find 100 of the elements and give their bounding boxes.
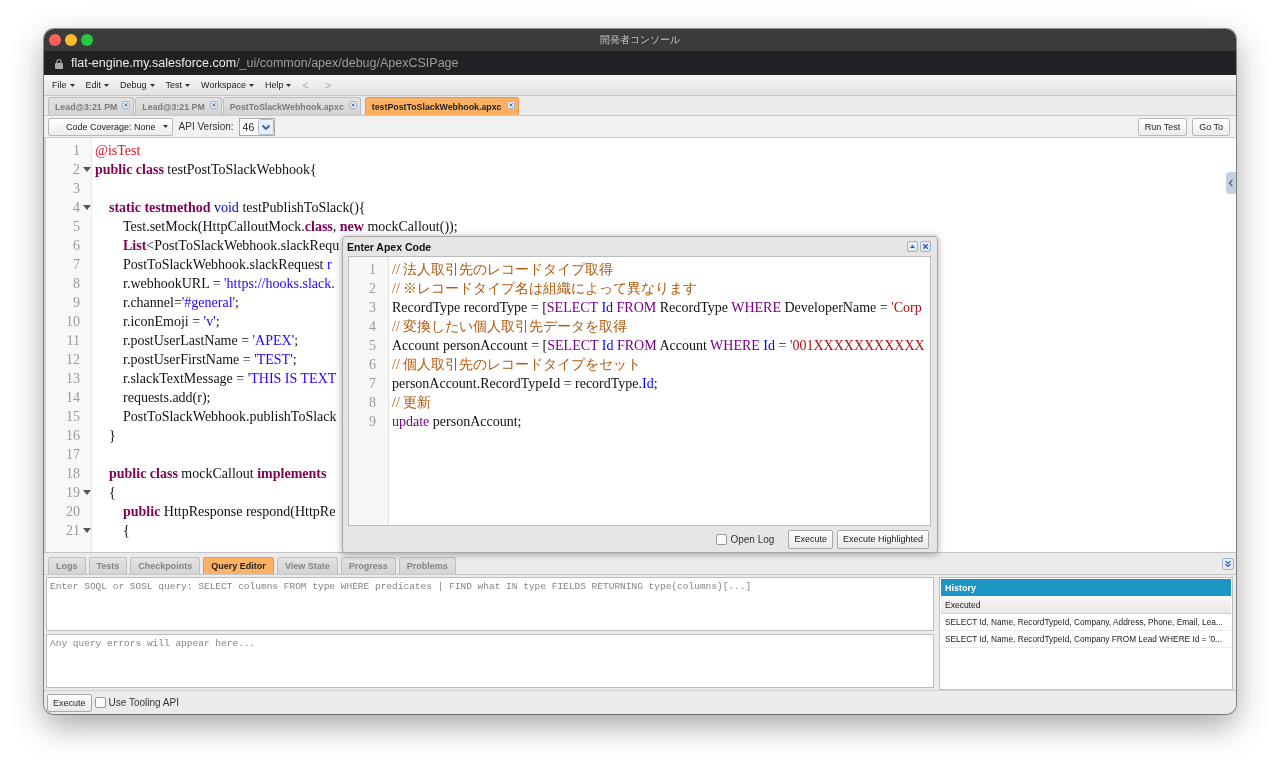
close-icon[interactable] [348, 100, 357, 109]
line-number: 7 [369, 375, 376, 393]
code-line: public class mockCallout implements [109, 466, 327, 481]
panel-tab[interactable]: Query Editor [203, 557, 274, 574]
toolbar-button[interactable]: Go To [1192, 117, 1230, 136]
code-line: // 更新 [392, 395, 432, 410]
coverage-dropdown[interactable]: Code Coverage: None [48, 117, 173, 136]
code-line: public class testPostToSlackWebhook{ [95, 162, 317, 177]
close-window-icon[interactable] [49, 34, 61, 46]
line-number: 5 [73, 218, 80, 236]
line-number: 19 [66, 484, 80, 502]
line-number: 20 [66, 503, 80, 521]
code-line: personAccount.RecordTypeId = recordType.Id; [392, 376, 658, 391]
caret-icon [69, 83, 75, 87]
lock-icon [55, 57, 63, 69]
code-line: update personAccount; [392, 414, 522, 429]
toolbar-button[interactable]: Run Test [1137, 117, 1188, 136]
query-errors-field[interactable]: Any query errors will appear here... [46, 634, 934, 688]
line-number: 5 [369, 337, 376, 355]
menu-item[interactable]: File [49, 78, 78, 92]
code-line: r.postUserLastName = 'APEX'; [123, 333, 299, 348]
code-line: // 法人取引先のレコードタイプ取得 [392, 262, 614, 277]
menu-item[interactable]: Workspace [198, 78, 257, 92]
line-number: 8 [73, 275, 80, 293]
window-title: 開発者コンソール [600, 33, 680, 47]
line-number: 13 [66, 370, 80, 388]
history-column-header[interactable]: Executed [941, 597, 1231, 614]
checkbox-label: Open Log [730, 533, 775, 545]
line-number: 8 [369, 394, 376, 412]
dialog-button[interactable]: Execute [788, 529, 833, 549]
menu-item[interactable]: Help [261, 78, 295, 92]
close-icon[interactable] [920, 241, 931, 252]
code-line: r.webhookURL = 'https://hooks.slack. [123, 276, 335, 291]
execute-button[interactable]: Execute [47, 693, 92, 712]
history-row[interactable]: SELECT Id, Name, RecordTypeId, Company, Address, Phone, Email, Lea... [941, 614, 1231, 631]
line-number: 18 [66, 465, 80, 483]
fold-caret-icon[interactable] [83, 167, 91, 172]
fold-caret-icon[interactable] [83, 205, 91, 210]
code-line: } [109, 428, 116, 443]
line-number: 7 [73, 256, 80, 274]
line-number: 3 [369, 299, 376, 317]
code-line: r.slackTextMessage = 'THIS IS TEXT [123, 371, 337, 386]
caret-up-icon[interactable] [907, 241, 918, 252]
close-icon[interactable] [506, 100, 515, 109]
line-number: 9 [73, 294, 80, 312]
line-number: 1 [369, 261, 376, 279]
menu-item[interactable]: Debug [117, 78, 158, 92]
history-title: History [941, 579, 1231, 596]
line-number: 10 [66, 313, 80, 331]
double-chevron-down-icon[interactable] [1222, 557, 1234, 570]
line-number: 3 [73, 180, 80, 198]
line-number: 6 [73, 237, 80, 255]
code-line: @isTest [95, 143, 141, 158]
menu-item[interactable]: Edit [82, 78, 113, 92]
checkbox-label: Use Tooling API [108, 697, 179, 708]
line-number: 15 [66, 408, 80, 426]
line-number: 6 [369, 356, 376, 374]
caret-icon [149, 83, 155, 87]
code-line: r.channel='#general'; [123, 295, 239, 310]
code-line: { [109, 485, 116, 500]
caret-icon [185, 83, 191, 87]
fold-caret-icon[interactable] [83, 490, 91, 495]
code-line: r.postUserFirstName = 'TEST'; [123, 352, 297, 367]
code-line: { [123, 523, 130, 538]
minimize-window-icon[interactable] [65, 34, 77, 46]
line-number: 4 [369, 318, 376, 336]
code-line: requests.add(r); [123, 390, 211, 405]
editor-tab[interactable]: testPostToSlackWebhook.apxc [364, 97, 519, 115]
line-number: 2 [73, 161, 80, 179]
line-number: 21 [66, 522, 80, 540]
address-text[interactable]: flat-engine.my.salesforce.com/_ui/common/apex/debug/ApexCSIPage [71, 56, 459, 70]
line-number: 4 [73, 199, 80, 217]
history-row[interactable]: SELECT Id, Name, RecordTypeId, Company FROM Lead WHERE Id = '0... [941, 631, 1231, 648]
caret-icon [286, 83, 292, 87]
line-number: 12 [66, 351, 80, 369]
api-version-select[interactable]: 46 [238, 117, 275, 136]
line-number: 11 [66, 332, 80, 350]
api-version-label: API Version: [178, 121, 234, 132]
code-line: Account personAccount = [SELECT Id FROM Account WHERE Id = '001XXXXXXXXXXX [392, 338, 925, 353]
line-number: 16 [66, 427, 80, 445]
checkbox[interactable] [94, 697, 106, 708]
query-field[interactable]: Enter SOQL or SOSL query: SELECT columns FROM type WHERE predicates | FIND what IN type FIELDS RETURNING type(columns)[...] [46, 577, 934, 631]
caret-icon [162, 125, 168, 128]
dialog-button[interactable]: Execute Highlighted [836, 529, 929, 549]
menu-item[interactable]: Test [162, 78, 194, 92]
code-line: // ※レコードタイプ名は組織によって異なります [392, 281, 698, 296]
close-icon[interactable] [122, 100, 131, 109]
line-number: 9 [369, 413, 376, 431]
caret-icon [104, 83, 110, 87]
code-line: public HttpResponse respond(HttpRe [123, 504, 336, 519]
checkbox[interactable] [716, 533, 728, 545]
line-number: 14 [66, 389, 80, 407]
code-line: PostToSlackWebhook.slackRequest r [123, 257, 332, 272]
code-editor[interactable] [348, 256, 931, 526]
fold-caret-icon[interactable] [83, 528, 91, 533]
code-line: r.iconEmoji = 'v'; [123, 314, 220, 329]
code-line: static testmethod void testPublishToSlack(){ [109, 200, 366, 215]
close-icon[interactable] [209, 100, 218, 109]
side-tab-icon[interactable] [1226, 172, 1236, 194]
maximize-window-icon[interactable] [81, 34, 93, 46]
